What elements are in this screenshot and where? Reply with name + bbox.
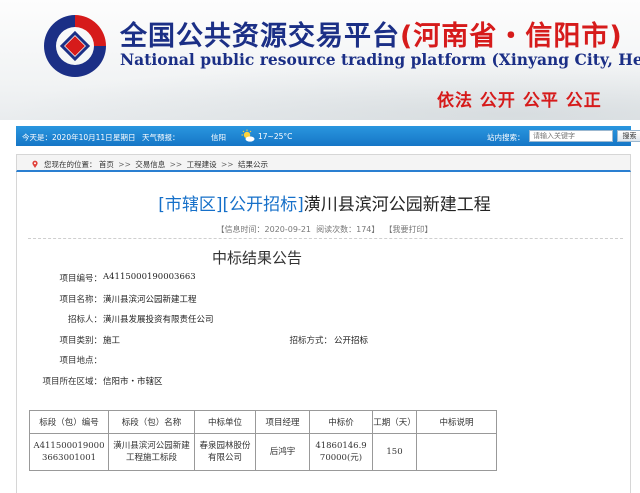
region-label: 项目所在区域： (42, 377, 102, 387)
search-label: 站内搜索： (487, 133, 525, 142)
cell-manager: 后鸿宇 (255, 433, 310, 471)
cell-section-name: 潢川县滨河公园新建工程施工标段 (108, 433, 195, 471)
article-title: [市辖区][公开招标]潢川县滨河公园新建工程 (17, 190, 632, 215)
project-number-label: 项目编号： (59, 274, 102, 284)
weather-city: 信阳 (211, 133, 226, 142)
breadcrumb-construction[interactable]: 工程建设 (187, 160, 217, 169)
meta-divider (28, 238, 623, 239)
platform-title-city: (河南省・信阳市) (400, 21, 623, 52)
print-button[interactable]: 【我要打印】 (384, 225, 432, 234)
cell-winner: 春泉园林股份有限公司 (194, 433, 256, 471)
bid-result-table: 标段（包）编号 标段（包）名称 中标单位 项目经理 中标价 工期（天） 中标说明… (29, 410, 497, 471)
breadcrumb-prefix: 您现在的位置： (44, 160, 97, 169)
site-search-input[interactable] (529, 130, 613, 142)
location-pin-icon (32, 160, 38, 168)
weather-temperature: 17~25°C (258, 132, 293, 141)
article-title-text: 潢川县滨河公园新建工程 (303, 195, 491, 215)
platform-title-english: National public resource trading platfor… (120, 50, 640, 69)
column-header: 工期（天） (372, 410, 417, 434)
project-name-label: 项目名称： (59, 295, 102, 305)
info-date: 【信息时间：2020-09-21 (216, 225, 312, 234)
method-tag[interactable]: [公开招标] (223, 195, 304, 215)
article-meta: 【信息时间：2020-09-21 阅读次数：174】 【我要打印】 (17, 224, 632, 235)
table-row: A4115000190003663001001 潢川县滨河公园新建工程施工标段 … (29, 433, 497, 471)
weather-label: 天气预报： (142, 133, 180, 142)
category-label: 项目类别： (59, 336, 102, 346)
breadcrumb-home[interactable]: 首页 (99, 160, 114, 169)
project-name-value: 潢川县滨河公园新建工程 (103, 295, 197, 305)
platform-logo-icon[interactable] (38, 9, 112, 83)
breadcrumb-trail: 您现在的位置： 首页 >> 交易信息 >> 工程建设 >> 结果公示 (44, 159, 268, 170)
bidding-method-value: 公开招标 (334, 336, 369, 346)
region-value: 信阳市・市辖区 (103, 377, 163, 387)
platform-title-main: 全国公共资源交易平台 (120, 21, 400, 52)
breadcrumb: 您现在的位置： 首页 >> 交易信息 >> 工程建设 >> 结果公示 (16, 154, 631, 172)
cell-section-code: A4115000190003663001001 (29, 433, 109, 471)
view-count: 阅读次数：174】 (316, 225, 380, 234)
column-header: 中标单位 (194, 410, 256, 434)
platform-motto: 依法 公开 公平 公正 (437, 91, 602, 111)
tenderer-label: 招标人： (67, 315, 102, 325)
category-value: 施工 (103, 336, 121, 346)
breadcrumb-separator: >> (118, 160, 131, 169)
cell-price: 41860146.970000(元) (309, 433, 373, 471)
search-button[interactable]: 搜索 (617, 130, 640, 142)
breadcrumb-separator: >> (169, 160, 183, 169)
project-number-value: A4115000190003663 (103, 272, 196, 282)
info-bar: 今天是：2020年10月11日 星期日 天气预报： 信阳 17~25°C 站内搜… (16, 126, 640, 146)
bidding-method-label: 招标方式： (289, 336, 332, 346)
current-date: 今天是：2020年10月11日 (22, 133, 113, 142)
column-header: 标段（包）编号 (29, 410, 109, 434)
breadcrumb-separator: >> (221, 160, 234, 169)
breadcrumb-trade-info[interactable]: 交易信息 (135, 160, 165, 169)
sun-cloud-icon (241, 129, 255, 142)
cell-remark (416, 433, 497, 471)
cell-duration: 150 (372, 433, 417, 471)
column-header: 中标说明 (416, 410, 497, 434)
table-header-row: 标段（包）编号 标段（包）名称 中标单位 项目经理 中标价 工期（天） 中标说明 (29, 410, 497, 434)
article-content: [市辖区][公开招标]潢川县滨河公园新建工程 【信息时间：2020-09-21 … (16, 172, 631, 493)
tenderer-value: 潢川县发展投资有限责任公司 (103, 315, 214, 325)
column-header: 项目经理 (255, 410, 310, 434)
platform-title: 全国公共资源交易平台(河南省・信阳市) (120, 14, 623, 53)
column-header: 中标价 (309, 410, 373, 434)
region-tag[interactable]: [市辖区] (158, 195, 222, 215)
notice-title: 中标结果公告 (212, 249, 303, 267)
site-header: 全国公共资源交易平台(河南省・信阳市) National public reso… (0, 0, 640, 120)
current-weekday: 星期日 (113, 133, 136, 142)
location-label: 项目地点： (59, 356, 102, 366)
column-header: 标段（包）名称 (108, 410, 195, 434)
breadcrumb-result-notice[interactable]: 结果公示 (238, 160, 268, 169)
